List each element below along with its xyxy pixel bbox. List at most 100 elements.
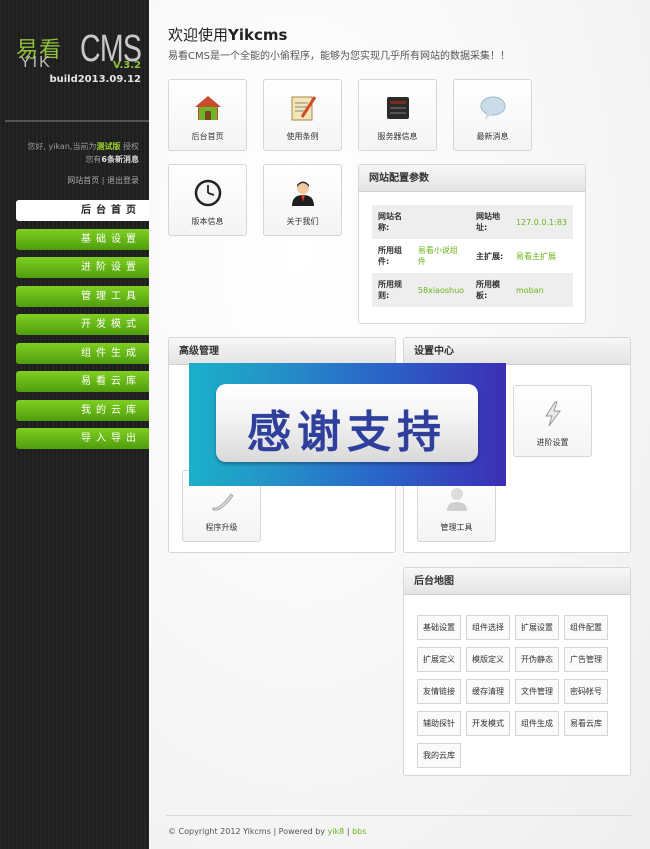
message-text-post[interactable]: 条新消息: [107, 155, 139, 164]
page-subtitle: 易看CMS是一个全能的小偷程序，能够为您实现几乎所有网站的数据采集！！: [168, 51, 510, 62]
tile-server-info[interactable]: 服务器信息: [358, 79, 437, 151]
sidebar-divider: [5, 120, 149, 122]
sitemap-item[interactable]: 友情链接: [417, 679, 461, 704]
server-icon: [386, 97, 409, 119]
license-text: 授权: [123, 142, 139, 151]
tile-label: 最新消息: [476, 132, 509, 141]
tile-label: 管理工具: [440, 523, 473, 532]
lightning-icon: [544, 401, 561, 427]
config-key: 所用规则:: [372, 273, 412, 307]
sidebar-nav: 后台首页 基础设置 进阶设置 管理工具 开发模式 组件生成 易看云库 我的云库 …: [16, 200, 149, 457]
panel-title: 网站配置参数: [359, 165, 585, 192]
footer-divider: [166, 815, 633, 816]
nav-item-component-generate[interactable]: 组件生成: [16, 342, 149, 364]
sitemap-item[interactable]: 密码帐号: [564, 679, 608, 704]
config-key: 所用组件:: [372, 239, 412, 273]
panel-title: 后台地图: [404, 568, 630, 595]
notepad-icon: [291, 96, 316, 121]
user-tool-icon: [446, 488, 467, 511]
sitemap-item[interactable]: 我的云库: [417, 743, 461, 768]
version-label: V.3.2: [113, 60, 141, 71]
tile-label: 关于我们: [286, 217, 319, 226]
table-row: 所用组件: 易看小说组件 主扩展: 易看主扩展: [372, 239, 573, 273]
tile-about-us[interactable]: 关于我们: [263, 164, 342, 236]
panel-title: 设置中心: [404, 338, 630, 365]
person-icon: [291, 181, 314, 206]
nav-item-management-tools[interactable]: 管理工具: [16, 285, 149, 307]
edition-badge: 测试版: [96, 142, 121, 151]
nav-item-advanced-settings[interactable]: 进阶设置: [16, 257, 149, 278]
sitemap-item[interactable]: 扩展定义: [417, 647, 461, 672]
config-key: 主扩展:: [470, 239, 510, 273]
panel-title: 高级管理: [169, 338, 395, 365]
logout-link[interactable]: 退出登录: [107, 176, 139, 185]
bbs-link[interactable]: bbs: [352, 827, 366, 836]
quick-links: 网站首页 | 退出登录: [67, 175, 139, 186]
footer: © Copyright 2012 Yikcms | Powered by yik…: [168, 827, 366, 836]
sitemap-item[interactable]: 易看云库: [564, 711, 608, 736]
tile-version-info[interactable]: 版本信息: [168, 164, 247, 236]
tile-label: 版本信息: [191, 217, 224, 226]
message-text-pre: 您有: [85, 155, 102, 164]
nav-item-home[interactable]: 后台首页: [16, 200, 149, 221]
page-title: 欢迎使用Yikcms: [168, 24, 287, 45]
user-info: 您好, yikan,当前为测试版 授权 您有6条新消息: [27, 140, 139, 166]
config-value: moban: [509, 273, 573, 307]
config-key: 网站地址:: [470, 205, 510, 239]
sitemap-item[interactable]: 扩展设置: [515, 615, 559, 640]
logo-yik: YIK: [20, 54, 52, 71]
sitemap-item[interactable]: 开伪静态: [515, 647, 559, 672]
title-brand: Yikcms: [228, 26, 288, 44]
table-row: 所用规则: 58xiaoshuo 所用模板: moban: [372, 273, 573, 307]
yik8-link[interactable]: yik8: [328, 827, 345, 836]
upgrade-icon: [212, 493, 234, 511]
tile-label: 后台首页: [191, 132, 224, 141]
clock-icon: [194, 179, 221, 207]
config-value: 易看主扩展: [509, 239, 573, 273]
sitemap-item[interactable]: 基础设置: [417, 615, 461, 640]
tile-label: 进阶设置: [536, 438, 569, 447]
tile-latest-news[interactable]: 最新消息: [453, 79, 532, 151]
config-value: [411, 205, 471, 239]
nav-item-developer-mode[interactable]: 开发模式: [16, 314, 149, 335]
tile-label: 服务器信息: [377, 132, 418, 141]
site-config-panel: 网站配置参数 网站名称: 网站地址: 127.0.0.1:83 所用组件: 易看…: [358, 164, 586, 324]
backend-sitemap-panel: 后台地图 基础设置 组件选择 扩展设置 组件配置 扩展定义 模版定义 开伪静态 …: [403, 567, 631, 776]
nav-item-basic-settings[interactable]: 基础设置: [16, 228, 149, 250]
site-home-link[interactable]: 网站首页: [67, 176, 99, 185]
nav-item-import-export[interactable]: 导入导出: [16, 428, 149, 449]
banner-text: 感谢支持: [247, 407, 447, 458]
house-icon: [194, 96, 221, 120]
thanks-banner: 感谢支持: [189, 363, 506, 486]
build-label: build2013.09.12: [49, 74, 141, 85]
speech-bubble-icon: [480, 96, 505, 120]
sitemap-item[interactable]: 辅助探针: [417, 711, 461, 736]
sitemap-item[interactable]: 模版定义: [466, 647, 510, 672]
config-value: 易看小说组件: [411, 239, 471, 273]
sidebar: 易看 YIK CMS V.3.2 build2013.09.12 您好, yik…: [0, 0, 149, 849]
sitemap-item[interactable]: 文件管理: [515, 679, 559, 704]
banner-plate: 感谢支持: [216, 384, 478, 462]
copyright-text: © Copyright 2012 Yikcms | Powered by: [168, 827, 328, 836]
nav-item-my-cloud[interactable]: 我的云库: [16, 399, 149, 421]
nav-item-yikan-cloud[interactable]: 易看云库: [16, 371, 149, 392]
config-key: 所用模板:: [470, 273, 510, 307]
tile-admin-home[interactable]: 后台首页: [168, 79, 247, 151]
sitemap-item[interactable]: 开发模式: [466, 711, 510, 736]
sitemap-item[interactable]: 组件配置: [564, 615, 608, 640]
tile-advanced-settings[interactable]: 进阶设置: [513, 385, 592, 457]
sitemap-item[interactable]: 组件选择: [466, 615, 510, 640]
sitemap-item[interactable]: 广告管理: [564, 647, 608, 672]
config-value: 58xiaoshuo: [411, 273, 471, 307]
config-value: 127.0.0.1:83: [509, 205, 573, 239]
title-prefix: 欢迎使用: [168, 26, 229, 44]
config-key: 网站名称:: [372, 205, 412, 239]
greeting-text: 您好, yikan,当前为: [27, 142, 97, 151]
tile-usage-terms[interactable]: 使用条例: [263, 79, 342, 151]
sitemap-item[interactable]: 缓存清理: [466, 679, 510, 704]
logo[interactable]: 易看 YIK CMS V.3.2 build2013.09.12: [12, 26, 147, 96]
link-separator: |: [99, 176, 107, 185]
sitemap-item[interactable]: 组件生成: [515, 711, 559, 736]
table-row: 网站名称: 网站地址: 127.0.0.1:83: [372, 205, 573, 239]
footer-separator: |: [344, 827, 353, 836]
